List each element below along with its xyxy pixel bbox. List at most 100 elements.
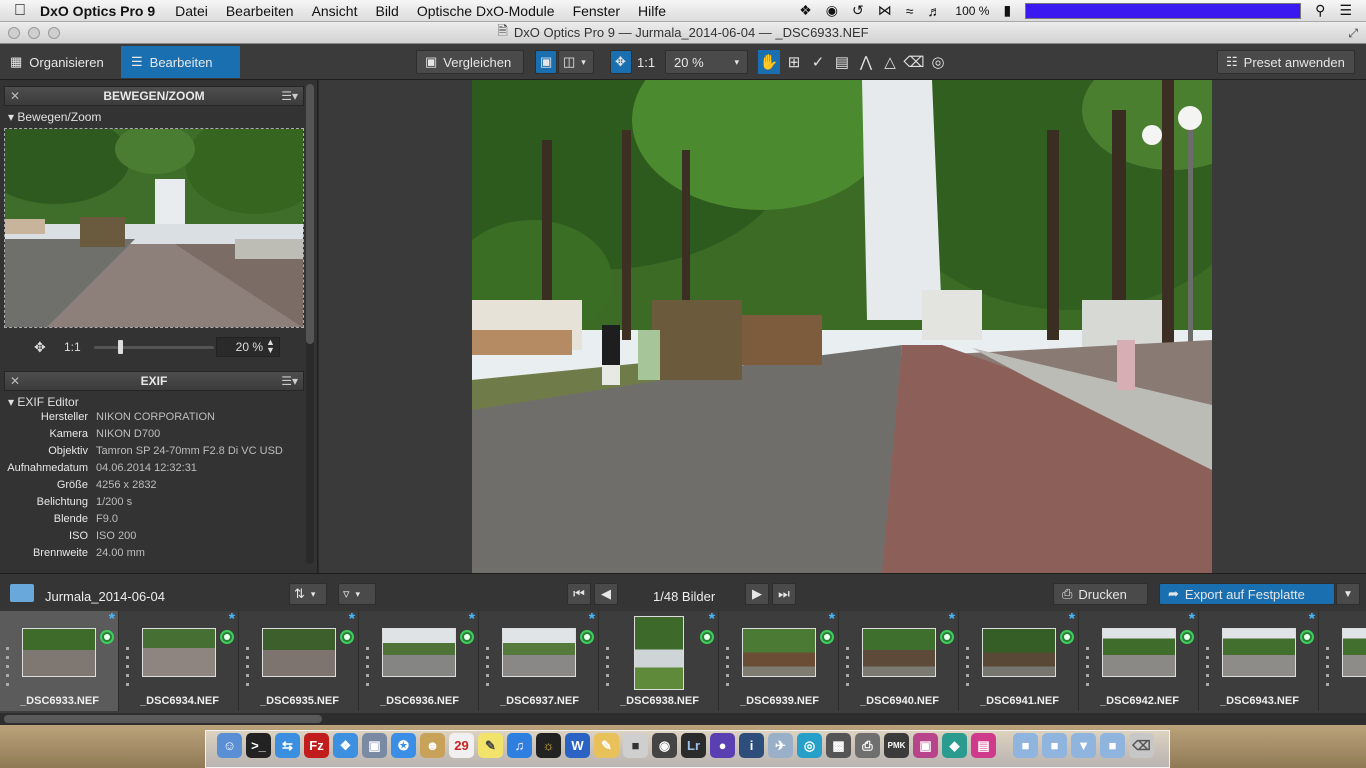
terminal-icon[interactable]: >_ bbox=[246, 733, 271, 758]
exif-panel-header[interactable]: ✕ EXIF ☰▾ bbox=[4, 371, 304, 391]
finder-icon[interactable]: ☺ bbox=[217, 733, 242, 758]
drag-handle[interactable] bbox=[126, 647, 129, 691]
tab-organize[interactable]: ▦ Organisieren bbox=[0, 46, 120, 78]
wifi-icon[interactable]: ≈ bbox=[906, 3, 914, 19]
teamviewer-icon[interactable]: ⇆ bbox=[275, 733, 300, 758]
thumbnail[interactable]: * _DSC6939.NEF bbox=[720, 611, 839, 711]
crop-tool-icon[interactable]: ⊞ bbox=[783, 50, 805, 74]
scrollbar-thumb[interactable] bbox=[306, 84, 314, 344]
time-machine-icon[interactable]: ↺ bbox=[852, 2, 864, 19]
next-image-button[interactable]: ▶ bbox=[745, 583, 769, 605]
navigator-ratio[interactable]: 1:1 bbox=[64, 340, 81, 354]
move-arrows-icon[interactable]: ✥ bbox=[34, 339, 46, 356]
applications-folder-icon[interactable]: ■ bbox=[1013, 733, 1038, 758]
calendar-icon[interactable]: 29 bbox=[449, 733, 474, 758]
downloads-folder-icon[interactable]: ▼ bbox=[1071, 733, 1096, 758]
word-icon[interactable]: W bbox=[565, 733, 590, 758]
thumbnail[interactable]: * _DSC6934.NEF bbox=[120, 611, 239, 711]
lightroom-icon[interactable]: Lr bbox=[681, 733, 706, 758]
itunes-icon[interactable]: ♫ bbox=[507, 733, 532, 758]
folder-icon[interactable]: ■ bbox=[1100, 733, 1125, 758]
menu-optische-module[interactable]: Optische DxO-Module bbox=[417, 3, 555, 19]
safari-icon[interactable]: ✪ bbox=[391, 733, 416, 758]
print-app-icon[interactable]: ⎙ bbox=[855, 733, 880, 758]
filezilla-icon[interactable]: Fz bbox=[304, 733, 329, 758]
menu-bearbeiten[interactable]: Bearbeiten bbox=[226, 3, 294, 19]
thumbnail[interactable]: * _DSC6935.NEF bbox=[240, 611, 359, 711]
image-app-icon[interactable]: ▣ bbox=[913, 733, 938, 758]
thumbnail[interactable]: * _DSC6940.NEF bbox=[840, 611, 959, 711]
image-viewer[interactable] bbox=[319, 80, 1366, 573]
export-button[interactable]: ➦ Export auf Festplatte bbox=[1159, 583, 1335, 605]
eraser-icon[interactable]: ⌫ bbox=[903, 50, 925, 74]
spotlight-search-icon[interactable]: ⚲ bbox=[1315, 2, 1325, 19]
minimize-window-button[interactable] bbox=[28, 27, 40, 39]
ftp-app-icon[interactable]: ☼ bbox=[536, 733, 561, 758]
menu-bild[interactable]: Bild bbox=[375, 3, 398, 19]
drag-handle[interactable] bbox=[486, 647, 489, 691]
dropbox-icon[interactable]: ❖ bbox=[333, 733, 358, 758]
thumbnail[interactable]: * _DSC6938.NEF bbox=[600, 611, 719, 711]
perspective-tool-icon[interactable]: ⋀ bbox=[855, 50, 877, 74]
scanner-app-icon[interactable]: ▩ bbox=[826, 733, 851, 758]
split-view-button[interactable]: ◫ ▾ bbox=[558, 50, 594, 74]
panel-menu-icon[interactable]: ☰▾ bbox=[281, 374, 298, 388]
first-image-button[interactable]: ⏮ bbox=[567, 583, 591, 605]
compare-button[interactable]: ▣ Vergleichen bbox=[416, 50, 524, 74]
sort-button[interactable]: ⇅ ▾ bbox=[289, 583, 327, 605]
notes-icon[interactable]: ✎ bbox=[478, 733, 503, 758]
panel-menu-icon[interactable]: ☰▾ bbox=[281, 89, 298, 103]
move-zoom-subheader[interactable]: ▾ Bewegen/Zoom bbox=[8, 110, 101, 124]
drag-handle[interactable] bbox=[966, 647, 969, 691]
trash-icon[interactable]: ⌫ bbox=[1129, 733, 1154, 758]
dxo-app-icon[interactable]: ◎ bbox=[797, 733, 822, 758]
thumbnail[interactable]: * _DSC6933.NEF bbox=[0, 611, 119, 711]
preview-icon[interactable]: ▣ bbox=[362, 733, 387, 758]
volume-icon[interactable]: ♬ bbox=[927, 3, 941, 19]
eyedropper-icon[interactable]: ✓ bbox=[807, 50, 829, 74]
last-image-button[interactable]: ⏭ bbox=[772, 583, 796, 605]
drag-handle[interactable] bbox=[1086, 647, 1089, 691]
thumbnail-partial[interactable] bbox=[1320, 611, 1366, 711]
contacts-icon[interactable]: ☻ bbox=[420, 733, 445, 758]
main-photo[interactable] bbox=[472, 80, 1212, 573]
previous-image-button[interactable]: ◀ bbox=[594, 583, 618, 605]
drag-handle[interactable] bbox=[726, 647, 729, 691]
menu-ansicht[interactable]: Ansicht bbox=[312, 3, 358, 19]
menu-hilfe[interactable]: Hilfe bbox=[638, 3, 666, 19]
red-eye-icon[interactable]: ◎ bbox=[927, 50, 949, 74]
fit-view-button[interactable]: ✥ bbox=[610, 50, 632, 74]
single-view-button[interactable]: ▣ bbox=[535, 50, 557, 74]
filter-button[interactable]: ▿ ▾ bbox=[338, 583, 376, 605]
sphere-app-icon[interactable]: ● bbox=[710, 733, 735, 758]
close-icon[interactable]: ✕ bbox=[10, 374, 20, 388]
print-button[interactable]: ⎙ Drucken bbox=[1053, 583, 1148, 605]
photo-app-icon[interactable]: ■ bbox=[623, 733, 648, 758]
camera-app-icon[interactable]: ◉ bbox=[652, 733, 677, 758]
hand-tool-icon[interactable]: ✋ bbox=[758, 50, 780, 74]
apple-icon[interactable]:  bbox=[0, 2, 40, 20]
filmstrip-scrollbar[interactable] bbox=[0, 713, 1366, 725]
fullscreen-icon[interactable]: ⤢ bbox=[1348, 26, 1358, 41]
zoom-window-button[interactable] bbox=[48, 27, 60, 39]
pages-icon[interactable]: ✎ bbox=[594, 733, 619, 758]
stepper-icon[interactable]: ▲ ▼ bbox=[266, 338, 275, 355]
notification-center-icon[interactable]: ☰ bbox=[1339, 2, 1352, 19]
app-menu[interactable]: DxO Optics Pro 9 bbox=[40, 3, 155, 19]
perspective-rect-icon[interactable]: △ bbox=[879, 50, 901, 74]
chart-app-icon[interactable]: ▤ bbox=[971, 733, 996, 758]
zoom-slider-handle[interactable] bbox=[118, 340, 123, 354]
drag-handle[interactable] bbox=[366, 647, 369, 691]
tab-edit[interactable]: ☰ Bearbeiten bbox=[121, 46, 240, 78]
export-options-button[interactable]: ▼ bbox=[1336, 583, 1360, 605]
pmk-app-icon[interactable]: PMK bbox=[884, 733, 909, 758]
horizon-tool-icon[interactable]: ▤ bbox=[831, 50, 853, 74]
apply-preset-button[interactable]: ☷ Preset anwenden bbox=[1217, 50, 1355, 74]
menu-datei[interactable]: Datei bbox=[175, 3, 208, 19]
ratio-1-1-button[interactable]: 1:1 bbox=[633, 50, 659, 74]
drag-handle[interactable] bbox=[246, 647, 249, 691]
thumbnail[interactable]: * _DSC6941.NEF bbox=[960, 611, 1079, 711]
drag-handle[interactable] bbox=[846, 647, 849, 691]
thumbnail[interactable]: * _DSC6943.NEF bbox=[1200, 611, 1319, 711]
drag-handle[interactable] bbox=[1326, 647, 1329, 691]
